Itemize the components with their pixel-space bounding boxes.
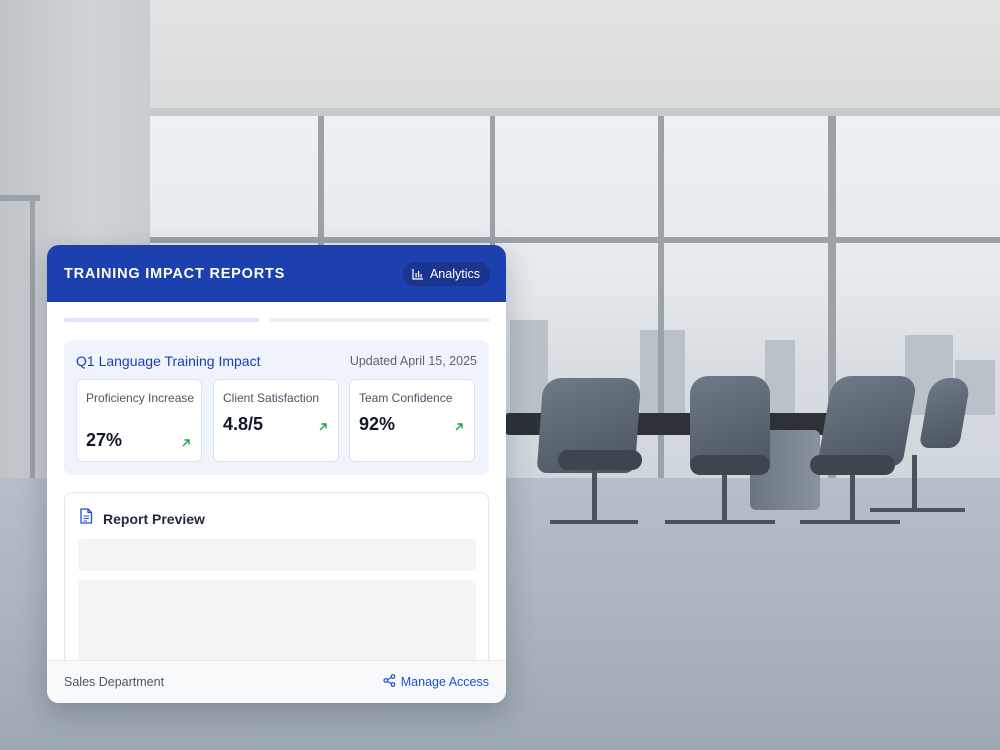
arrow-up-right-icon xyxy=(454,419,464,431)
metric-card-confidence: Team Confidence 92% xyxy=(349,379,475,462)
chair-leg xyxy=(665,520,775,524)
chair-leg xyxy=(850,475,855,520)
analytics-label: Analytics xyxy=(429,266,480,281)
card-header: TRAINING IMPACT REPORTS Analytics xyxy=(47,245,506,302)
manage-access-link[interactable]: Manage Access xyxy=(383,674,489,690)
ceiling xyxy=(0,0,1000,112)
chair-seat xyxy=(690,455,770,475)
department-label: Sales Department xyxy=(64,675,165,689)
impact-title: Q1 Language Training Impact xyxy=(76,353,261,369)
chair-leg xyxy=(550,520,638,524)
tab-active[interactable] xyxy=(64,318,259,322)
chair-leg xyxy=(722,475,727,520)
chair-leg xyxy=(870,508,965,512)
metric-value: 27% xyxy=(86,430,123,450)
chair-leg xyxy=(592,470,597,520)
chair-seat xyxy=(558,450,642,470)
chair-leg xyxy=(800,520,900,524)
metric-label: Proficiency Increase xyxy=(86,391,195,405)
metric-label: Team Confidence xyxy=(359,391,453,405)
tab-inactive[interactable] xyxy=(269,318,490,322)
metric-value: 4.8/5 xyxy=(223,414,264,434)
arrow-up-right-icon xyxy=(318,419,328,431)
chair xyxy=(817,376,918,466)
door-frame xyxy=(30,200,35,480)
card-footer: Sales Department Manage Access xyxy=(47,660,506,703)
document-icon xyxy=(79,508,93,529)
preview-placeholder xyxy=(78,539,476,571)
bar-chart-icon xyxy=(412,268,424,280)
metric-value: 92% xyxy=(359,414,396,434)
arrow-up-right-icon xyxy=(181,435,191,447)
metric-label: Client Satisfaction xyxy=(223,391,320,405)
window-frame xyxy=(150,237,1000,243)
ceiling-edge xyxy=(0,108,1000,116)
share-icon xyxy=(383,674,396,690)
metric-card-satisfaction: Client Satisfaction 4.8/5 xyxy=(213,379,339,462)
analytics-button[interactable]: Analytics xyxy=(402,261,490,286)
manage-access-label: Manage Access xyxy=(400,675,489,689)
card-title: TRAINING IMPACT REPORTS xyxy=(64,265,286,282)
impact-summary-panel: Q1 Language Training Impact Updated Apri… xyxy=(64,340,489,475)
preview-header: Report Preview xyxy=(79,508,205,529)
training-impact-card: TRAINING IMPACT REPORTS Analytics Q1 Lan… xyxy=(47,245,506,703)
preview-title: Report Preview xyxy=(103,510,205,527)
metric-card-proficiency: Proficiency Increase 27% xyxy=(76,379,202,462)
updated-date: Updated April 15, 2025 xyxy=(349,354,477,368)
chair-seat xyxy=(810,455,895,475)
tab-strip xyxy=(64,318,490,323)
chair-leg xyxy=(912,455,917,510)
